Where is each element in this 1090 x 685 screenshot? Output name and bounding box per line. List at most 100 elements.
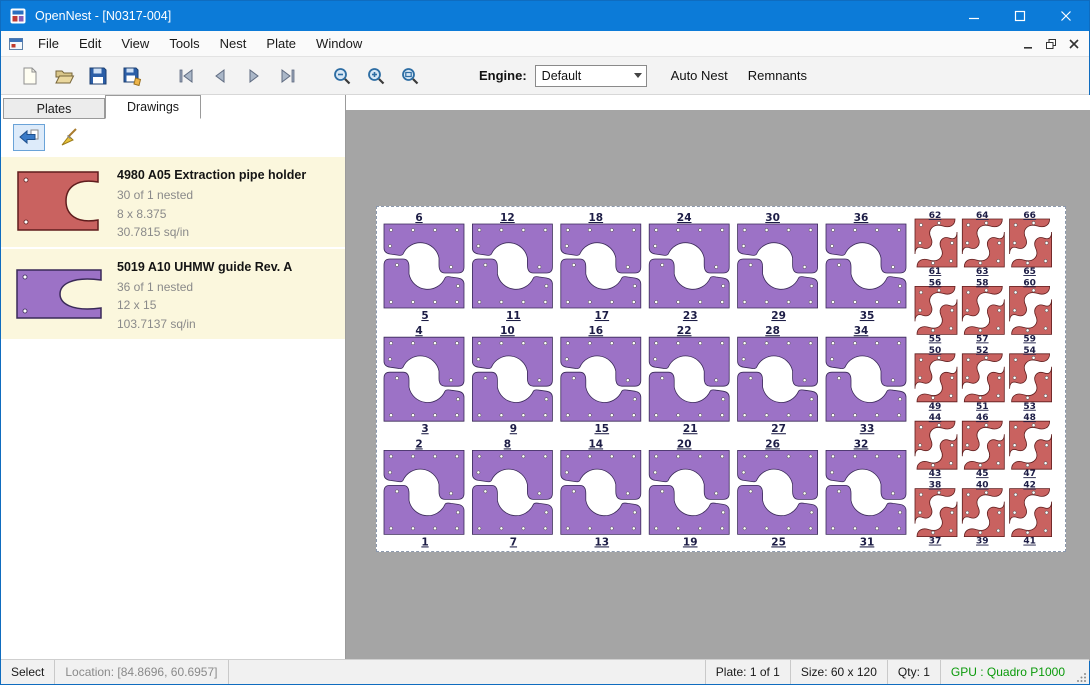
status-qty: Qty: 1 bbox=[887, 660, 940, 684]
mdi-minimize-button[interactable] bbox=[1016, 34, 1039, 54]
red-part-pair[interactable]: 5049 bbox=[915, 346, 957, 412]
drawing-nested-count: 36 of 1 nested bbox=[117, 278, 292, 297]
purple-part-pair[interactable]: 3433 bbox=[826, 325, 906, 435]
purple-part-pair[interactable]: 65 bbox=[384, 212, 464, 322]
save-button[interactable] bbox=[81, 61, 115, 91]
parts-panel: Plates Drawings bbox=[1, 95, 346, 661]
menu-plate[interactable]: Plate bbox=[256, 31, 306, 56]
engine-combobox[interactable]: Default bbox=[535, 65, 647, 87]
red-part-pair[interactable]: 6261 bbox=[915, 211, 957, 277]
drawing-item-uhmw-guide[interactable]: 5019 A10 UHMW guide Rev. A 36 of 1 neste… bbox=[1, 249, 345, 341]
purple-part-pair[interactable]: 1615 bbox=[561, 325, 641, 435]
status-size: Size: 60 x 120 bbox=[790, 660, 887, 684]
mdi-close-button[interactable] bbox=[1062, 34, 1085, 54]
purple-part-pair[interactable]: 2625 bbox=[738, 438, 818, 548]
red-part-pair[interactable]: 5251 bbox=[962, 346, 1004, 412]
previous-plate-button[interactable] bbox=[203, 61, 237, 91]
plate[interactable]: 6512111817242330293635431091615222128273… bbox=[376, 206, 1066, 552]
zoom-in-button[interactable] bbox=[359, 61, 393, 91]
red-part-pair[interactable]: 4241 bbox=[1010, 481, 1052, 547]
remnants-button[interactable]: Remnants bbox=[738, 62, 817, 89]
red-part-pair[interactable]: 6059 bbox=[1010, 278, 1052, 344]
grip-dots-icon bbox=[1077, 672, 1087, 682]
clear-drawings-button[interactable] bbox=[53, 124, 85, 151]
red-part-pair[interactable]: 3837 bbox=[915, 481, 957, 547]
purple-part-pair[interactable]: 43 bbox=[384, 325, 464, 435]
purple-part-pair[interactable]: 3231 bbox=[826, 438, 906, 548]
first-plate-button[interactable] bbox=[169, 61, 203, 91]
svg-text:45: 45 bbox=[976, 469, 989, 479]
plate-svg[interactable]: 6512111817242330293635431091615222128273… bbox=[377, 207, 1065, 551]
svg-text:33: 33 bbox=[860, 423, 875, 435]
status-location: Location: [84.8696, 60.6957] bbox=[55, 660, 228, 684]
purple-part-pair[interactable]: 1817 bbox=[561, 212, 641, 322]
panel-tabs: Plates Drawings bbox=[1, 95, 345, 119]
close-icon bbox=[1060, 10, 1072, 22]
purple-part-pair[interactable]: 1413 bbox=[561, 438, 641, 548]
drawing-item-extraction-pipe-holder[interactable]: 4980 A05 Extraction pipe holder 30 of 1 … bbox=[1, 157, 345, 249]
red-part-pair[interactable]: 4443 bbox=[915, 413, 957, 479]
purple-part-pair[interactable]: 1211 bbox=[472, 212, 552, 322]
status-plate: Plate: 1 of 1 bbox=[705, 660, 790, 684]
svg-text:50: 50 bbox=[929, 346, 942, 356]
menu-tools[interactable]: Tools bbox=[159, 31, 209, 56]
menu-nest[interactable]: Nest bbox=[210, 31, 257, 56]
purple-part-pair[interactable]: 2423 bbox=[649, 212, 729, 322]
import-drawing-button[interactable] bbox=[13, 124, 45, 151]
purple-part-pair[interactable]: 109 bbox=[472, 325, 552, 435]
statusbar: Select Location: [84.8696, 60.6957] Plat… bbox=[1, 659, 1089, 684]
purple-part-pair[interactable]: 3029 bbox=[738, 212, 818, 322]
svg-text:31: 31 bbox=[860, 536, 875, 548]
next-plate-button[interactable] bbox=[237, 61, 271, 91]
drawing-area: 103.7137 sq/in bbox=[117, 315, 292, 334]
last-plate-button[interactable] bbox=[271, 61, 305, 91]
mdi-restore-button[interactable] bbox=[1039, 34, 1062, 54]
menu-view[interactable]: View bbox=[111, 31, 159, 56]
drawing-info: 4980 A05 Extraction pipe holder 30 of 1 … bbox=[111, 162, 306, 242]
red-part-pair[interactable]: 5655 bbox=[915, 278, 957, 344]
minimize-button[interactable] bbox=[951, 1, 997, 31]
purple-part-pair[interactable]: 21 bbox=[384, 438, 464, 548]
purple-part-pair[interactable]: 2827 bbox=[738, 325, 818, 435]
engine-dropdown-arrow[interactable] bbox=[630, 73, 646, 78]
purple-part-pair[interactable]: 87 bbox=[472, 438, 552, 548]
previous-arrow-icon bbox=[210, 66, 230, 86]
auto-nest-button[interactable]: Auto Nest bbox=[661, 62, 738, 89]
red-part-pair[interactable]: 5453 bbox=[1010, 346, 1052, 412]
svg-text:51: 51 bbox=[976, 402, 989, 412]
titlebar: OpenNest - [N0317-004] bbox=[1, 1, 1089, 31]
svg-text:60: 60 bbox=[1023, 278, 1036, 288]
svg-text:40: 40 bbox=[976, 481, 989, 491]
menu-edit[interactable]: Edit bbox=[69, 31, 111, 56]
drawing-info: 5019 A10 UHMW guide Rev. A 36 of 1 neste… bbox=[111, 254, 292, 334]
menu-window[interactable]: Window bbox=[306, 31, 372, 56]
red-part-pair[interactable]: 40 39 bbox=[962, 481, 1004, 547]
purple-part-pair[interactable]: 2019 bbox=[649, 438, 729, 548]
svg-text:37: 37 bbox=[929, 537, 942, 547]
red-part-pair[interactable]: 6665 bbox=[1010, 211, 1052, 277]
purple-part-pair[interactable]: 2221 bbox=[649, 325, 729, 435]
zoom-fit-button[interactable] bbox=[393, 61, 427, 91]
svg-text:5: 5 bbox=[421, 310, 428, 322]
new-button[interactable] bbox=[13, 61, 47, 91]
svg-text:3: 3 bbox=[421, 423, 428, 435]
red-part-pair[interactable]: 4645 bbox=[962, 413, 1004, 479]
tab-plates[interactable]: Plates bbox=[3, 98, 105, 119]
nest-canvas[interactable]: 6512111817242330293635431091615222128273… bbox=[346, 95, 1090, 661]
save-as-button[interactable] bbox=[115, 61, 149, 91]
svg-text:39: 39 bbox=[976, 537, 989, 547]
red-part-pair[interactable]: 6463 bbox=[962, 211, 1004, 277]
svg-text:12: 12 bbox=[500, 212, 515, 224]
status-gpu: GPU : Quadro P1000 bbox=[940, 660, 1075, 684]
red-part-pair[interactable]: 4847 bbox=[1010, 413, 1052, 479]
maximize-button[interactable] bbox=[997, 1, 1043, 31]
close-button[interactable] bbox=[1043, 1, 1089, 31]
menu-file[interactable]: File bbox=[28, 31, 69, 56]
resize-grip[interactable] bbox=[1075, 660, 1089, 684]
svg-text:13: 13 bbox=[594, 536, 609, 548]
open-button[interactable] bbox=[47, 61, 81, 91]
purple-part-pair[interactable]: 3635 bbox=[826, 212, 906, 322]
red-part-pair[interactable]: 5857 bbox=[962, 278, 1004, 344]
tab-drawings[interactable]: Drawings bbox=[105, 95, 201, 119]
zoom-out-button[interactable] bbox=[325, 61, 359, 91]
